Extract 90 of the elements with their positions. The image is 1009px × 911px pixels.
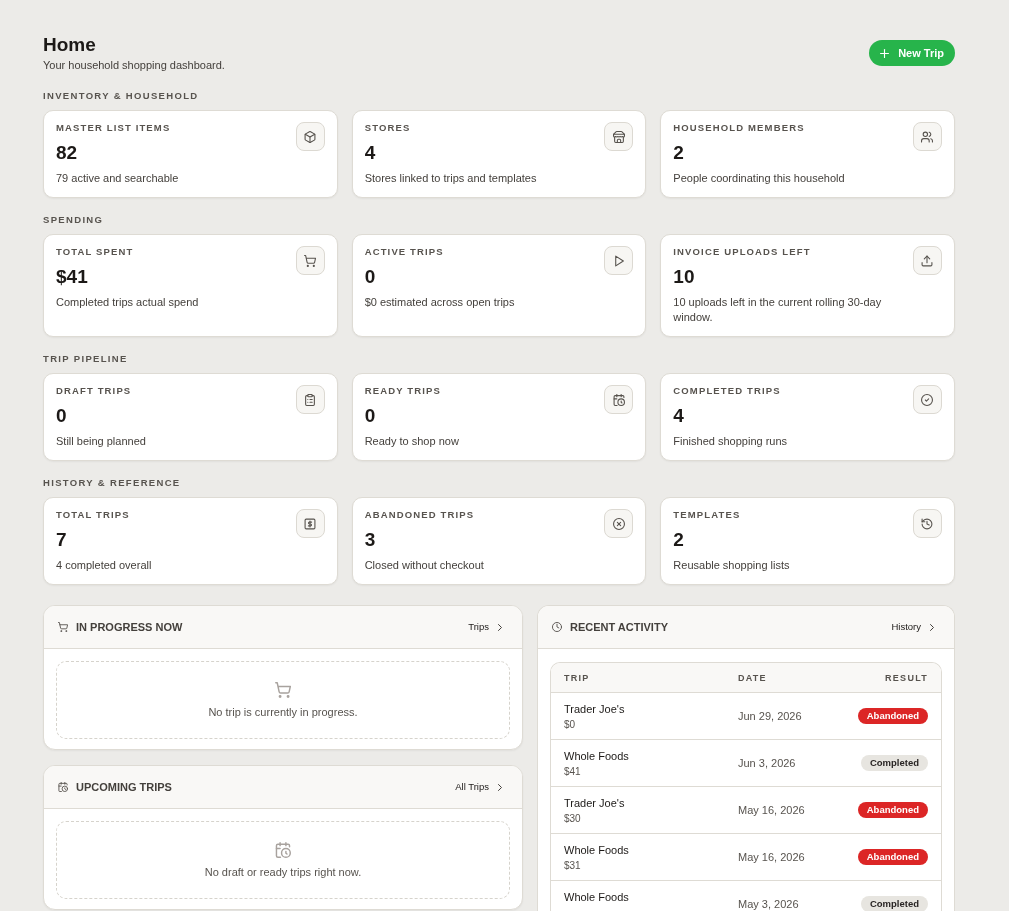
stat-value: 82 (56, 141, 79, 165)
stat-label: TOTAL TRIPS (56, 508, 131, 522)
stat-description: Stores linked to trips and templates (364, 171, 538, 186)
stat-value: 4 (364, 141, 377, 165)
column-header: TRIP (564, 671, 591, 684)
chevron-right-icon (498, 623, 502, 631)
trip-name: Whole Foods (564, 843, 629, 858)
stat-value: 2 (673, 141, 685, 165)
section-heading: TRIP PIPELINE (43, 353, 129, 365)
stat-label: ACTIVE TRIPS (364, 245, 445, 259)
status-badge: Abandoned (857, 849, 928, 865)
column-header: RESULT (885, 671, 928, 684)
panel-title: IN PROGRESS NOW (76, 620, 183, 634)
stat-label: TOTAL SPENT (56, 245, 135, 259)
shopping-cart-icon (295, 246, 325, 275)
section-heading: HISTORY & REFERENCE (43, 477, 182, 489)
stat-value: 4 (673, 404, 685, 428)
view-all-link[interactable]: All Trips (455, 781, 502, 793)
users-icon (913, 122, 942, 151)
trip-date: May 16, 2026 (738, 803, 806, 817)
status-badge: Abandoned (857, 708, 928, 724)
stat-label: READY TRIPS (364, 384, 442, 398)
calendar-clock-icon (604, 385, 634, 414)
view-all-link[interactable]: Trips (468, 621, 502, 633)
stat-description: 10 uploads left in the current rolling 30-day window. (673, 295, 883, 325)
stat-value: 0 (56, 404, 68, 428)
page-title: Home (43, 34, 96, 56)
stat-value: 2 (673, 528, 685, 552)
stat-label: ABANDONED TRIPS (364, 508, 476, 522)
stat-description: Closed without checkout (364, 558, 485, 573)
play-icon (604, 246, 634, 275)
section-heading: INVENTORY & HOUSEHOLD (43, 90, 200, 102)
trip-date: Jun 3, 2026 (738, 756, 797, 770)
history-icon (913, 509, 942, 538)
stat-description: Ready to shop now (364, 434, 460, 449)
stat-description: People coordinating this household (673, 171, 846, 186)
trip-date: Jun 29, 2026 (738, 709, 803, 723)
stat-description: Finished shopping runs (673, 434, 789, 449)
stat-label: INVOICE UPLOADS LEFT (673, 245, 812, 259)
stat-value: $41 (56, 265, 89, 289)
shopping-cart-icon (275, 681, 291, 698)
stat-description: Still being planned (56, 434, 147, 449)
stat-label: COMPLETED TRIPS (673, 384, 782, 398)
store-icon (604, 122, 634, 151)
stat-value: 0 (364, 404, 377, 428)
panel-title: UPCOMING TRIPS (76, 780, 172, 794)
trip-name: Trader Joe's (564, 796, 625, 811)
trip-name: Whole Foods (564, 749, 629, 764)
trip-name: Trader Joe's (564, 702, 625, 717)
stat-description: Reusable shopping lists (673, 558, 791, 573)
status-badge: Completed (860, 896, 928, 911)
stat-value: 3 (364, 528, 377, 552)
panel-title: RECENT ACTIVITY (570, 620, 668, 634)
trip-name: Whole Foods (564, 890, 629, 905)
plus-icon (880, 48, 890, 58)
stat-label: STORES (364, 121, 412, 135)
trip-date: May 3, 2026 (738, 897, 800, 911)
clipboard-icon (295, 385, 325, 414)
stat-value: 10 (673, 265, 696, 289)
section-heading: SPENDING (43, 214, 105, 226)
trip-amount: $31 (564, 859, 581, 872)
trip-amount: $30 (564, 812, 581, 825)
stat-description: 79 active and searchable (56, 171, 180, 186)
calendar-clock-icon (58, 782, 68, 792)
calendar-clock-icon (275, 841, 291, 858)
trip-amount: $0 (564, 718, 576, 731)
upload-icon (913, 246, 942, 275)
empty-state-message: No draft or ready trips right now. (204, 864, 362, 879)
shopping-cart-icon (58, 622, 68, 632)
stat-label: MASTER LIST ITEMS (56, 121, 172, 135)
history-link[interactable]: History (891, 621, 934, 633)
trip-date: May 16, 2026 (738, 850, 806, 864)
stat-label: TEMPLATES (673, 508, 742, 522)
stat-description: Completed trips actual spend (56, 295, 200, 310)
page-subtitle: Your household shopping dashboard. (43, 58, 225, 72)
stat-label: HOUSEHOLD MEMBERS (673, 121, 806, 135)
chevron-right-icon (930, 623, 934, 631)
status-badge: Abandoned (857, 802, 928, 818)
chevron-right-icon (498, 783, 502, 791)
status-badge: Completed (860, 755, 928, 771)
empty-state-message: No trip is currently in progress. (208, 704, 358, 719)
clock-icon (552, 622, 562, 632)
stat-description: $0 estimated across open trips (364, 295, 516, 310)
stat-value: 0 (364, 265, 377, 289)
stat-description: 4 completed overall (56, 558, 153, 573)
stat-value: 7 (56, 528, 68, 552)
box-icon (295, 122, 325, 151)
stat-label: DRAFT TRIPS (56, 384, 133, 398)
trip-amount: $41 (564, 765, 581, 778)
column-header: DATE (738, 671, 768, 684)
